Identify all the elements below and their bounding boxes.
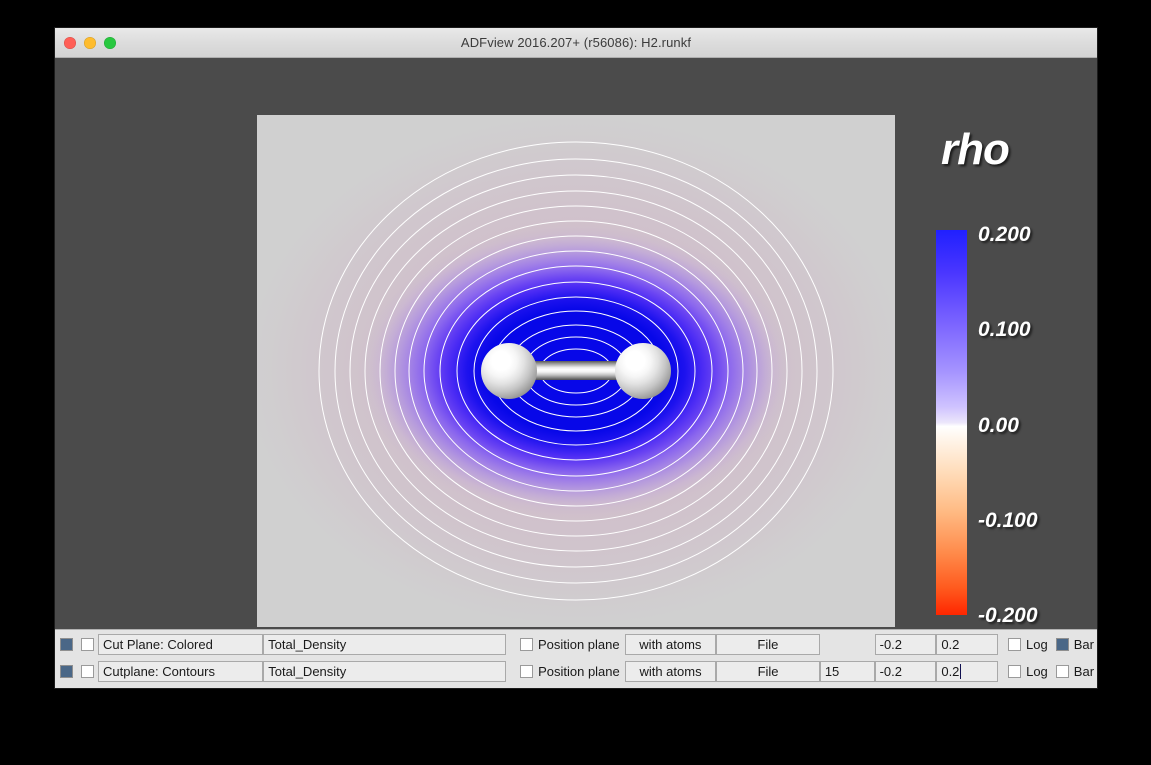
plot-field-field[interactable]: Total_Density — [263, 661, 506, 682]
bar-label: Bar — [1074, 637, 1094, 652]
file-button[interactable]: File — [716, 661, 820, 682]
range-max-value: 0.2 — [941, 664, 959, 679]
plot-name-field[interactable]: Cutplane: Contours — [98, 661, 263, 682]
contour-steps-field[interactable]: 15 — [820, 661, 875, 682]
text-caret — [960, 664, 961, 679]
atom-hydrogen-left[interactable] — [481, 343, 537, 399]
log-label: Log — [1026, 637, 1048, 652]
with-atoms-button[interactable]: with atoms — [625, 661, 717, 682]
toolbar-row: Cutplane: Contours Total_Density Positio… — [55, 659, 1097, 684]
molecule-h2[interactable] — [481, 343, 671, 399]
colorbar-gradient — [936, 230, 967, 615]
application-window: ADFview 2016.207+ (r56086): H2.runkf — [55, 28, 1097, 688]
colorbar-tick-upper: 0.100 — [978, 319, 1031, 340]
bar-label: Bar — [1074, 664, 1094, 679]
legend-title: rho — [923, 128, 1027, 172]
row-visibility-checkbox[interactable] — [81, 665, 94, 678]
colorbar-tick-zero: 0.00 — [978, 415, 1019, 436]
maximize-button[interactable] — [104, 37, 116, 49]
plot-field-field[interactable]: Total_Density — [263, 634, 506, 655]
log-label: Log — [1026, 664, 1048, 679]
position-plane-label: Position plane — [538, 664, 620, 679]
bottom-toolbar: Cut Plane: Colored Total_Density Positio… — [55, 629, 1097, 688]
colorbar-tick-lower: -0.100 — [978, 510, 1038, 531]
position-plane-label: Position plane — [538, 637, 620, 652]
range-min-field[interactable]: -0.2 — [875, 661, 937, 682]
bar-checkbox[interactable] — [1056, 638, 1069, 651]
position-plane-checkbox[interactable] — [520, 638, 533, 651]
row-enable-toggle[interactable] — [60, 638, 73, 651]
molecule-viewport[interactable]: rho 0.200 0.100 0.00 -0.100 -0.200 — [55, 58, 1097, 629]
colorbar-tick-min: -0.200 — [978, 605, 1038, 626]
plot-name-field[interactable]: Cut Plane: Colored — [98, 634, 263, 655]
position-plane-checkbox[interactable] — [520, 665, 533, 678]
log-checkbox[interactable] — [1008, 638, 1021, 651]
with-atoms-button[interactable]: with atoms — [625, 634, 717, 655]
file-button[interactable]: File — [716, 634, 819, 655]
bar-checkbox[interactable] — [1056, 665, 1069, 678]
row-enable-toggle[interactable] — [60, 665, 73, 678]
range-max-field[interactable]: 0.2 — [936, 661, 998, 682]
cut-plane — [257, 115, 895, 627]
minimize-button[interactable] — [84, 37, 96, 49]
atom-hydrogen-right[interactable] — [615, 343, 671, 399]
range-min-field[interactable]: -0.2 — [875, 634, 937, 655]
colorbar-legend: rho 0.200 0.100 0.00 -0.100 -0.200 — [923, 128, 1083, 629]
window-controls — [64, 28, 116, 57]
title-bar: ADFview 2016.207+ (r56086): H2.runkf — [55, 28, 1097, 58]
close-button[interactable] — [64, 37, 76, 49]
row-visibility-checkbox[interactable] — [81, 638, 94, 651]
toolbar-row: Cut Plane: Colored Total_Density Positio… — [55, 632, 1097, 657]
window-title: ADFview 2016.207+ (r56086): H2.runkf — [461, 35, 691, 50]
log-checkbox[interactable] — [1008, 665, 1021, 678]
range-max-field[interactable]: 0.2 — [936, 634, 998, 655]
colorbar-tick-max: 0.200 — [978, 224, 1031, 245]
